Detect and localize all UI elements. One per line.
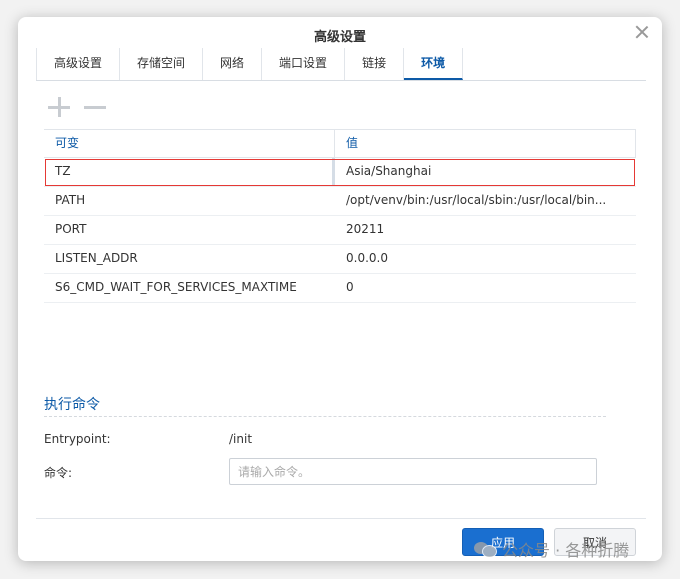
variable-name-cell[interactable]: PORT — [44, 216, 335, 244]
grid-toolbar — [48, 97, 106, 117]
entrypoint-value: /init — [229, 432, 253, 446]
column-header-value[interactable]: 值 — [335, 130, 636, 157]
variable-value-cell[interactable]: Asia/Shanghai — [335, 158, 636, 186]
tab-advanced-settings[interactable]: 高级设置 — [36, 48, 121, 80]
watermark-text: 公众号 · 各种折腾 — [502, 541, 630, 560]
remove-icon[interactable] — [84, 97, 106, 117]
dialog-title: 高级设置 — [313, 30, 366, 45]
footer-divider — [36, 518, 646, 519]
variable-value-cell[interactable]: 0.0.0.0 — [335, 245, 636, 273]
grid-header: 可变 值 — [44, 129, 636, 158]
tab-bar: 高级设置 存储空间 网络 端口设置 链接 环境 — [36, 48, 646, 81]
advanced-settings-dialog: 高级设置 高级设置 存储空间 网络 端口设置 链接 环境 可变 值 TZ Asi… — [18, 17, 662, 561]
command-input[interactable] — [229, 458, 597, 485]
column-header-variable[interactable]: 可变 — [44, 130, 335, 157]
tab-port-settings[interactable]: 端口设置 — [262, 48, 346, 80]
table-row[interactable]: LISTEN_ADDR 0.0.0.0 — [44, 245, 636, 274]
watermark: 公众号 · 各种折腾 — [474, 537, 629, 561]
add-icon[interactable] — [48, 97, 70, 117]
wechat-icon — [474, 540, 497, 558]
tab-environment[interactable]: 环境 — [404, 48, 464, 80]
command-label: 命令: — [44, 466, 73, 480]
close-icon[interactable] — [634, 24, 650, 40]
variable-name-cell[interactable]: LISTEN_ADDR — [44, 245, 335, 273]
variable-name-cell[interactable]: TZ — [44, 158, 335, 186]
tab-links[interactable]: 链接 — [345, 48, 405, 80]
section-divider — [44, 416, 606, 417]
variable-name-cell[interactable]: PATH — [44, 187, 335, 215]
entrypoint-label: Entrypoint: — [44, 432, 111, 446]
table-row[interactable]: PORT 20211 — [44, 216, 636, 245]
variable-value-cell[interactable]: /opt/venv/bin:/usr/local/sbin:/usr/local… — [335, 187, 636, 215]
exec-section-title: 执行命令 — [44, 397, 100, 413]
table-row[interactable]: TZ Asia/Shanghai — [44, 158, 636, 187]
tab-storage[interactable]: 存储空间 — [120, 48, 204, 80]
env-variable-grid: 可变 值 TZ Asia/Shanghai PATH /opt/venv/bin… — [44, 129, 636, 303]
variable-name-cell[interactable]: S6_CMD_WAIT_FOR_SERVICES_MAXTIME — [44, 274, 335, 302]
table-row[interactable]: PATH /opt/venv/bin:/usr/local/sbin:/usr/… — [44, 187, 636, 216]
table-row[interactable]: S6_CMD_WAIT_FOR_SERVICES_MAXTIME 0 — [44, 274, 636, 303]
variable-value-cell[interactable]: 20211 — [335, 216, 636, 244]
tab-network[interactable]: 网络 — [203, 48, 263, 80]
variable-value-cell[interactable]: 0 — [335, 274, 636, 302]
